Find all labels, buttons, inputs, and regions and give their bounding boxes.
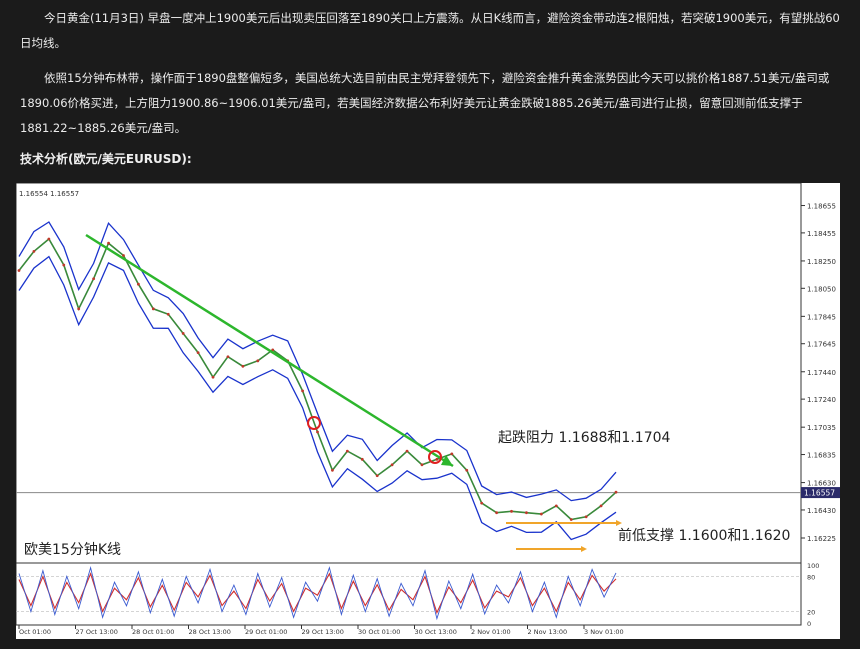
price-point — [360, 457, 364, 461]
price-point — [450, 452, 454, 456]
x-tick-label: 28 Oct 01:00 — [132, 628, 174, 636]
price-point — [510, 509, 513, 513]
osc-tick-label: 0 — [807, 620, 811, 628]
price-point — [584, 515, 588, 519]
resistance-annotation: 起跌阻力 1.1688和1.1704 — [498, 430, 671, 446]
price-point — [17, 269, 21, 272]
x-tick-label: 2 Nov 01:00 — [471, 628, 511, 636]
price-point — [405, 449, 409, 453]
y-tick-label: 1.17845 — [807, 313, 836, 321]
price-point — [77, 307, 81, 311]
price-point — [435, 457, 439, 461]
y-tick-label: 1.17240 — [807, 396, 836, 404]
price-point — [241, 364, 245, 368]
price-point — [375, 474, 379, 478]
price-point — [525, 511, 528, 515]
price-point — [301, 389, 304, 393]
eurusd-chart: 1.16554 1.16557 1.18655 1.18455 1.18250 1.1… — [16, 183, 840, 639]
price-point — [480, 501, 484, 505]
price-point — [211, 375, 215, 379]
price-point — [345, 449, 349, 453]
y-tick-label: 1.16630 — [807, 480, 836, 488]
price-point — [32, 249, 36, 253]
x-tick-label: 3 Nov 01:00 — [584, 628, 624, 636]
x-tick-label: 30 Oct 13:00 — [415, 628, 457, 636]
article-paragraph-gold: 今日黄金(11月3日) 早盘一度冲上1900美元后出现卖压回落至1890关口上方… — [20, 11, 840, 50]
price-point — [614, 490, 618, 494]
price-point — [137, 282, 140, 286]
y-tick-label: 1.16430 — [807, 507, 836, 515]
x-tick-label: 29 Oct 01:00 — [245, 628, 287, 636]
price-point — [569, 518, 573, 521]
y-tick-label: 1.16225 — [807, 535, 836, 543]
price-point — [331, 468, 334, 472]
price-point — [181, 332, 185, 335]
x-tick-label: 30 Oct 01:00 — [358, 628, 400, 636]
price-point — [495, 511, 498, 515]
price-point — [599, 504, 603, 508]
support-annotation: 前低支撑 1.1600和1.1620 — [618, 527, 790, 544]
osc-tick-label: 20 — [807, 608, 815, 616]
x-axis: Oct 01:00 27 Oct 13:00 28 Oct 01:00 28 Oct … — [18, 625, 624, 636]
price-point — [390, 463, 394, 467]
price-point — [107, 241, 110, 245]
oscillator-panel — [16, 562, 802, 626]
y-tick-label: 1.18655 — [807, 203, 836, 211]
price-point — [151, 307, 155, 311]
y-tick-label: 1.16835 — [807, 452, 836, 460]
x-tick-label: 2 Nov 13:00 — [528, 628, 568, 636]
price-point — [62, 263, 66, 267]
price-point — [92, 277, 96, 281]
osc-tick-label: 80 — [807, 574, 815, 582]
y-tick-label: 1.17440 — [807, 369, 836, 377]
x-tick-label: 28 Oct 13:00 — [189, 628, 231, 636]
price-panel — [16, 183, 802, 564]
current-price-label: 1.16557 — [804, 489, 835, 498]
ohlc-header: 1.16554 1.16557 — [19, 190, 79, 198]
y-tick-label: 1.17035 — [807, 424, 836, 432]
price-point — [554, 504, 558, 508]
y-tick-label: 1.18050 — [807, 285, 836, 293]
x-tick-label: Oct 01:00 — [19, 628, 51, 636]
price-point — [256, 359, 260, 363]
price-point — [316, 430, 319, 434]
price-point — [166, 312, 170, 316]
price-point — [420, 463, 424, 467]
chart-svg: 1.16554 1.16557 1.18655 1.18455 1.18250 1.1… — [16, 183, 840, 636]
section-heading: 技术分析(欧元/美元EURUSD): — [20, 152, 192, 166]
price-point — [122, 254, 125, 257]
y-tick-label: 1.17645 — [807, 341, 836, 349]
x-tick-label: 27 Oct 13:00 — [76, 628, 118, 636]
osc-tick-label: 100 — [807, 562, 819, 570]
article-paragraph-strategy: 依照15分钟布林带，操作面于1890盘整偏短多，美国总统大选目前由民主党拜登领先… — [20, 71, 830, 135]
price-point — [539, 512, 543, 516]
price-point — [226, 355, 230, 359]
oscillator-axis: 100 80 20 0 — [807, 562, 819, 628]
price-point — [47, 237, 51, 241]
price-point — [196, 351, 200, 355]
chart-title: 欧美15分钟K线 — [24, 541, 121, 558]
x-tick-label: 29 Oct 13:00 — [302, 628, 344, 636]
price-point — [465, 468, 469, 472]
y-tick-label: 1.18250 — [807, 258, 836, 266]
y-tick-label: 1.18455 — [807, 230, 836, 238]
